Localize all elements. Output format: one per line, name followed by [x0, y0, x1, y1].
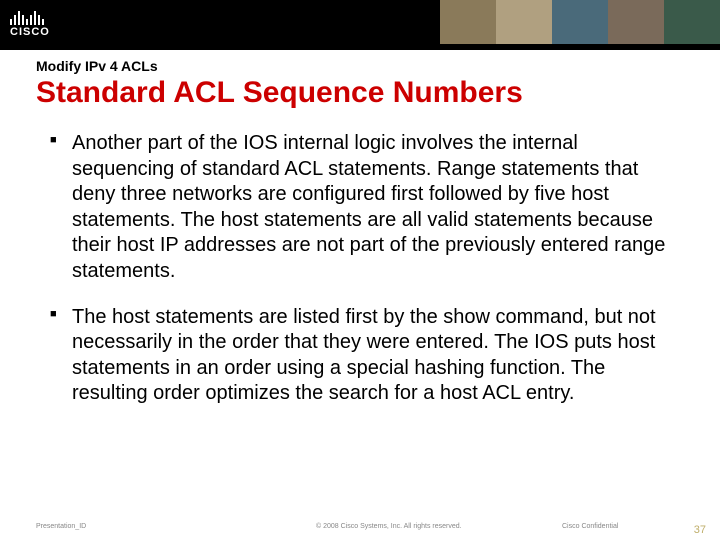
- top-bar: CISCO: [0, 0, 720, 44]
- footer-presentation-id: Presentation_ID: [36, 523, 316, 530]
- content-area: Another part of the IOS internal logic i…: [0, 113, 720, 540]
- header-block: Modify IPv 4 ACLs Standard ACL Sequence …: [0, 50, 720, 113]
- bullet-text: The host statements are listed first by …: [72, 306, 656, 405]
- bullet-text: Another part of the IOS internal logic i…: [72, 132, 665, 282]
- brand-logo-text: CISCO: [10, 26, 130, 38]
- slide-title: Standard ACL Sequence Numbers: [36, 76, 684, 109]
- bullet-item: The host statements are listed first by …: [60, 305, 672, 407]
- page-number: 37: [694, 524, 706, 536]
- cisco-bars-icon: [10, 7, 130, 25]
- bullet-item: Another part of the IOS internal logic i…: [60, 131, 672, 285]
- people-photo-strip: [440, 0, 720, 44]
- footer-copyright: © 2008 Cisco Systems, Inc. All rights re…: [316, 523, 562, 530]
- footer-confidential: Cisco Confidential: [562, 523, 702, 530]
- top-bar-image-strip: [130, 0, 720, 44]
- slide: CISCO Modify IPv 4 ACLs Standard ACL Seq…: [0, 0, 720, 540]
- slide-kicker: Modify IPv 4 ACLs: [36, 58, 684, 74]
- footer: Presentation_ID © 2008 Cisco Systems, In…: [0, 518, 720, 540]
- brand-logo: CISCO: [0, 0, 130, 44]
